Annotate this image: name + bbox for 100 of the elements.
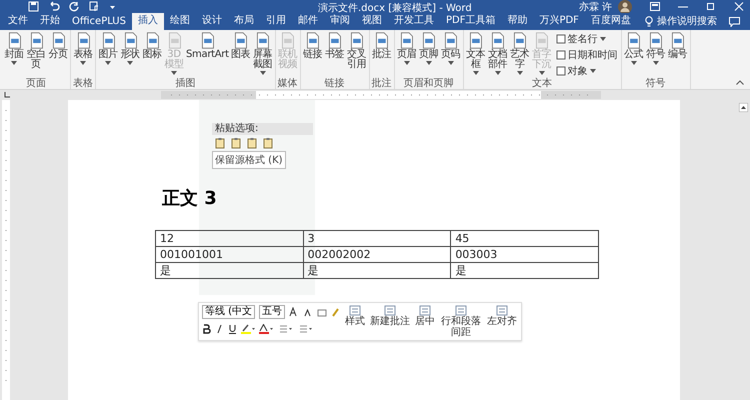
ribbon-button[interactable]: 表格 bbox=[72, 30, 94, 78]
collapse-ribbon-icon[interactable] bbox=[736, 80, 744, 86]
user-name[interactable]: 亦霖 许 bbox=[578, 0, 612, 14]
ribbon-button[interactable]: 页眉 bbox=[396, 30, 418, 78]
heading-text: 正文 3 bbox=[162, 188, 218, 210]
avatar-icon[interactable] bbox=[618, 0, 632, 14]
italic-icon[interactable] bbox=[215, 324, 224, 334]
ribbon-tab[interactable]: 开始 bbox=[34, 11, 66, 30]
undo-icon[interactable] bbox=[48, 1, 60, 12]
clipboard-icon[interactable] bbox=[231, 137, 242, 149]
ribbon-tab[interactable]: 开发工具 bbox=[388, 11, 440, 30]
ribbon-button[interactable]: 封面 bbox=[3, 30, 25, 78]
ribbon-tab[interactable]: 文件 bbox=[2, 11, 34, 30]
group-label: 文本 bbox=[532, 78, 552, 90]
ribbon-button[interactable]: 艺术字 bbox=[508, 30, 531, 78]
window-title: 演示文件.docx [兼容模式] - Word bbox=[318, 2, 472, 14]
page-icon bbox=[556, 66, 566, 76]
clipboard-icon[interactable] bbox=[263, 137, 274, 149]
ribbon-button[interactable]: 符号 bbox=[644, 30, 667, 78]
group-label: 页面 bbox=[26, 78, 46, 90]
table-cell: 是 bbox=[450, 262, 598, 278]
ribbon-button[interactable]: 文档部件 bbox=[486, 30, 509, 78]
scroll-up-icon[interactable] bbox=[738, 103, 748, 112]
ribbon-button[interactable]: 图表 bbox=[230, 30, 252, 78]
ribbon-button[interactable]: 屏幕截图 bbox=[252, 30, 274, 78]
ribbon-tab[interactable]: 邮件 bbox=[292, 11, 324, 30]
ribbon-tab[interactable]: 万兴PDF bbox=[533, 11, 585, 30]
save-icon[interactable] bbox=[28, 1, 39, 12]
format-icon bbox=[419, 305, 432, 316]
group-label: 媒体 bbox=[278, 78, 298, 90]
comment-icon[interactable] bbox=[729, 17, 740, 28]
ribbon-tab[interactable]: 绘图 bbox=[164, 11, 196, 30]
group-label: 页眉和页脚 bbox=[404, 78, 454, 90]
underline-icon[interactable] bbox=[228, 324, 237, 334]
numbered-list-icon[interactable] bbox=[297, 324, 313, 334]
ribbon-tab[interactable]: 审阅 bbox=[324, 11, 356, 30]
toolbar-button[interactable]: 样式 bbox=[344, 305, 366, 338]
table-cell: 003003 bbox=[450, 246, 598, 262]
ribbon-button[interactable]: 页脚 bbox=[418, 30, 440, 78]
table-cell: 是 bbox=[156, 262, 304, 278]
toolbar-button[interactable]: 行和段落间距 bbox=[439, 305, 484, 338]
table-cell: 3 bbox=[303, 230, 451, 246]
ribbon-button[interactable]: 编号 bbox=[666, 30, 689, 78]
ribbon-button[interactable]: 日期和时间 bbox=[552, 48, 620, 62]
ribbon-button[interactable]: 签名行 bbox=[552, 32, 620, 46]
ribbon-button[interactable]: 空白页 bbox=[25, 30, 47, 78]
format-icon bbox=[455, 305, 468, 316]
toolbar-button[interactable]: 左对齐 bbox=[486, 305, 518, 338]
table-cell: 002002002 bbox=[303, 246, 451, 262]
shrink-font-icon[interactable] bbox=[303, 307, 314, 317]
ribbon-button[interactable]: 书签 bbox=[324, 30, 346, 78]
lightbulb-icon bbox=[644, 16, 653, 28]
ribbon-tab[interactable]: 引用 bbox=[260, 11, 292, 30]
group-label: 插图 bbox=[175, 78, 196, 90]
ribbon-display-icon[interactable] bbox=[650, 2, 660, 12]
bold-icon[interactable] bbox=[202, 324, 211, 334]
ribbon-button[interactable]: 图片 bbox=[97, 30, 119, 78]
tell-me-search[interactable]: 操作说明搜索 bbox=[644, 16, 727, 30]
page-icon bbox=[556, 34, 566, 44]
ribbon-button[interactable]: 链接 bbox=[302, 30, 324, 78]
font-name-field[interactable]: 等线 (中文 bbox=[202, 305, 256, 319]
format-icon bbox=[349, 305, 362, 316]
redo-icon[interactable] bbox=[69, 1, 80, 12]
ribbon-tab[interactable]: PDF工具箱 bbox=[440, 11, 502, 30]
tooltip: 保留源格式 (K) bbox=[212, 151, 286, 169]
ribbon-button[interactable]: 分页 bbox=[47, 30, 69, 78]
group-label: 表格 bbox=[73, 78, 93, 90]
ribbon-tab[interactable]: 布局 bbox=[228, 11, 260, 30]
ribbon-tab[interactable]: 百度网盘 bbox=[584, 11, 637, 30]
ribbon-button[interactable]: 文本框 bbox=[464, 30, 487, 78]
touch-mode-icon[interactable] bbox=[89, 1, 100, 12]
toolbar-button[interactable]: 新建批注 bbox=[369, 305, 412, 338]
tab-selector-icon[interactable] bbox=[3, 91, 11, 100]
table-cell: 是 bbox=[303, 262, 451, 278]
ribbon-button[interactable]: 交叉引用 bbox=[346, 30, 368, 78]
highlight-icon[interactable] bbox=[241, 324, 255, 334]
ribbon-button[interactable]: 图标 bbox=[141, 30, 163, 78]
phonetic-icon[interactable] bbox=[317, 307, 328, 317]
close-icon[interactable] bbox=[734, 2, 744, 12]
toolbar-button[interactable]: 居中 bbox=[414, 305, 436, 338]
group-label: 批注 bbox=[372, 78, 392, 90]
clipboard-icon[interactable] bbox=[215, 137, 226, 149]
clipboard-icon[interactable] bbox=[247, 137, 258, 149]
ribbon-tab[interactable]: 设计 bbox=[196, 11, 228, 30]
ribbon-button[interactable]: 页码 bbox=[440, 30, 462, 78]
grow-font-icon[interactable] bbox=[289, 307, 300, 317]
menu-title: 粘贴选项: bbox=[212, 123, 313, 135]
ribbon-tab[interactable]: 帮助 bbox=[501, 11, 534, 30]
font-color-icon[interactable] bbox=[259, 324, 273, 334]
format-icon bbox=[384, 305, 396, 316]
ribbon-tab[interactable]: 视图 bbox=[356, 11, 388, 30]
ribbon-tab[interactable]: OfficePLUS bbox=[66, 14, 132, 30]
ribbon-button[interactable]: 形状 bbox=[119, 30, 141, 78]
ribbon-button[interactable]: 批注 bbox=[370, 30, 393, 78]
page-icon bbox=[556, 50, 566, 60]
ribbon-button[interactable]: 对象 bbox=[552, 64, 620, 78]
restore-icon[interactable] bbox=[706, 2, 716, 12]
font-size-field[interactable]: 五号 bbox=[259, 305, 286, 319]
ribbon-button[interactable]: 公式 bbox=[622, 30, 645, 78]
ribbon-button[interactable]: SmartArt bbox=[185, 30, 230, 78]
